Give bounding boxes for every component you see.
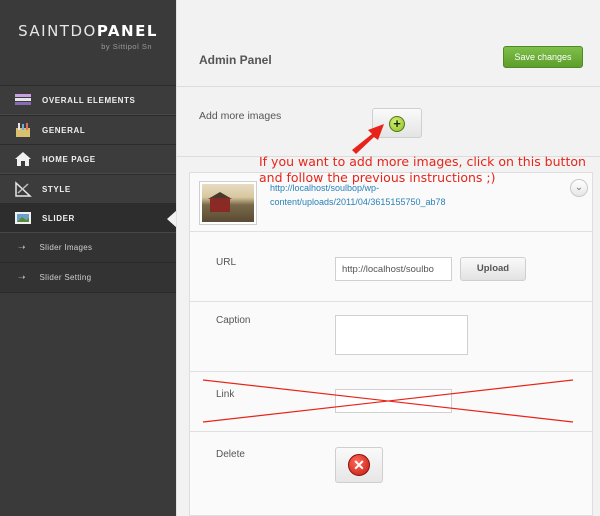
arrow-right-icon: ➝ (18, 242, 26, 252)
delete-label: Delete (216, 449, 245, 460)
save-changes-button[interactable]: Save changes (503, 46, 583, 68)
sidebar-subitem-slider-images[interactable]: ➝ Slider Images (0, 233, 176, 263)
page-title: Admin Panel (199, 53, 272, 67)
sidebar-item-home-page[interactable]: HOME PAGE (0, 144, 176, 174)
sidebar-item-label: STYLE (42, 184, 71, 194)
logo-brand: SAINTDOPANEL (18, 22, 158, 40)
main-content: Admin Panel Save changes Add more images… (176, 0, 600, 516)
sidebar-item-slider[interactable]: SLIDER (0, 203, 177, 233)
sidebar-item-label: OVERALL ELEMENTS (42, 95, 136, 105)
sidebar-subitem-label: Slider Images (39, 243, 93, 252)
sidebar: SAINTDOPANEL by Sittipol Sn OVERALL ELEM… (0, 0, 177, 516)
overall-elements-icon (15, 94, 31, 105)
sidebar-item-general[interactable]: GENERAL (0, 115, 176, 145)
link-label: Link (216, 389, 235, 400)
divider (190, 301, 592, 302)
sidebar-item-style[interactable]: STYLE (0, 174, 176, 204)
slide-thumbnail (199, 181, 257, 225)
general-icon (16, 123, 30, 137)
sidebar-item-overall-elements[interactable]: OVERALL ELEMENTS (0, 85, 176, 115)
add-image-button[interactable]: + (372, 108, 422, 138)
sidebar-item-label: SLIDER (42, 213, 75, 223)
slider-icon (15, 212, 31, 224)
divider (190, 371, 592, 372)
sidebar-item-label: HOME PAGE (42, 154, 96, 164)
arrow-right-icon: ➝ (18, 272, 26, 282)
style-icon (15, 181, 32, 197)
caption-label: Caption (216, 315, 251, 326)
header: Admin Panel Save changes (177, 38, 591, 84)
annotation-note: If you want to add more images, click on… (259, 154, 586, 185)
thumbnail-image (202, 184, 254, 222)
upload-button[interactable]: Upload (460, 257, 526, 281)
url-label: URL (216, 257, 237, 268)
divider (190, 231, 592, 232)
link-field[interactable] (335, 389, 452, 413)
logo: SAINTDOPANEL by Sittipol Sn (0, 0, 176, 85)
add-more-images-label: Add more images (199, 110, 282, 122)
slide-panel: http://localhost/soulbop/wp-content/uplo… (189, 172, 593, 516)
divider (190, 431, 592, 432)
caption-field[interactable] (335, 315, 468, 355)
sidebar-item-label: GENERAL (42, 125, 86, 135)
divider (177, 86, 600, 87)
sidebar-subitem-label: Slider Setting (39, 273, 92, 282)
home-icon (15, 152, 31, 166)
url-field[interactable] (335, 257, 452, 281)
sidebar-subitem-slider-setting[interactable]: ➝ Slider Setting (0, 263, 176, 293)
plus-icon: + (389, 116, 405, 132)
delete-button[interactable]: ✕ (335, 447, 383, 483)
delete-x-icon: ✕ (348, 454, 370, 476)
logo-byline: by Sittipol Sn (101, 42, 152, 51)
